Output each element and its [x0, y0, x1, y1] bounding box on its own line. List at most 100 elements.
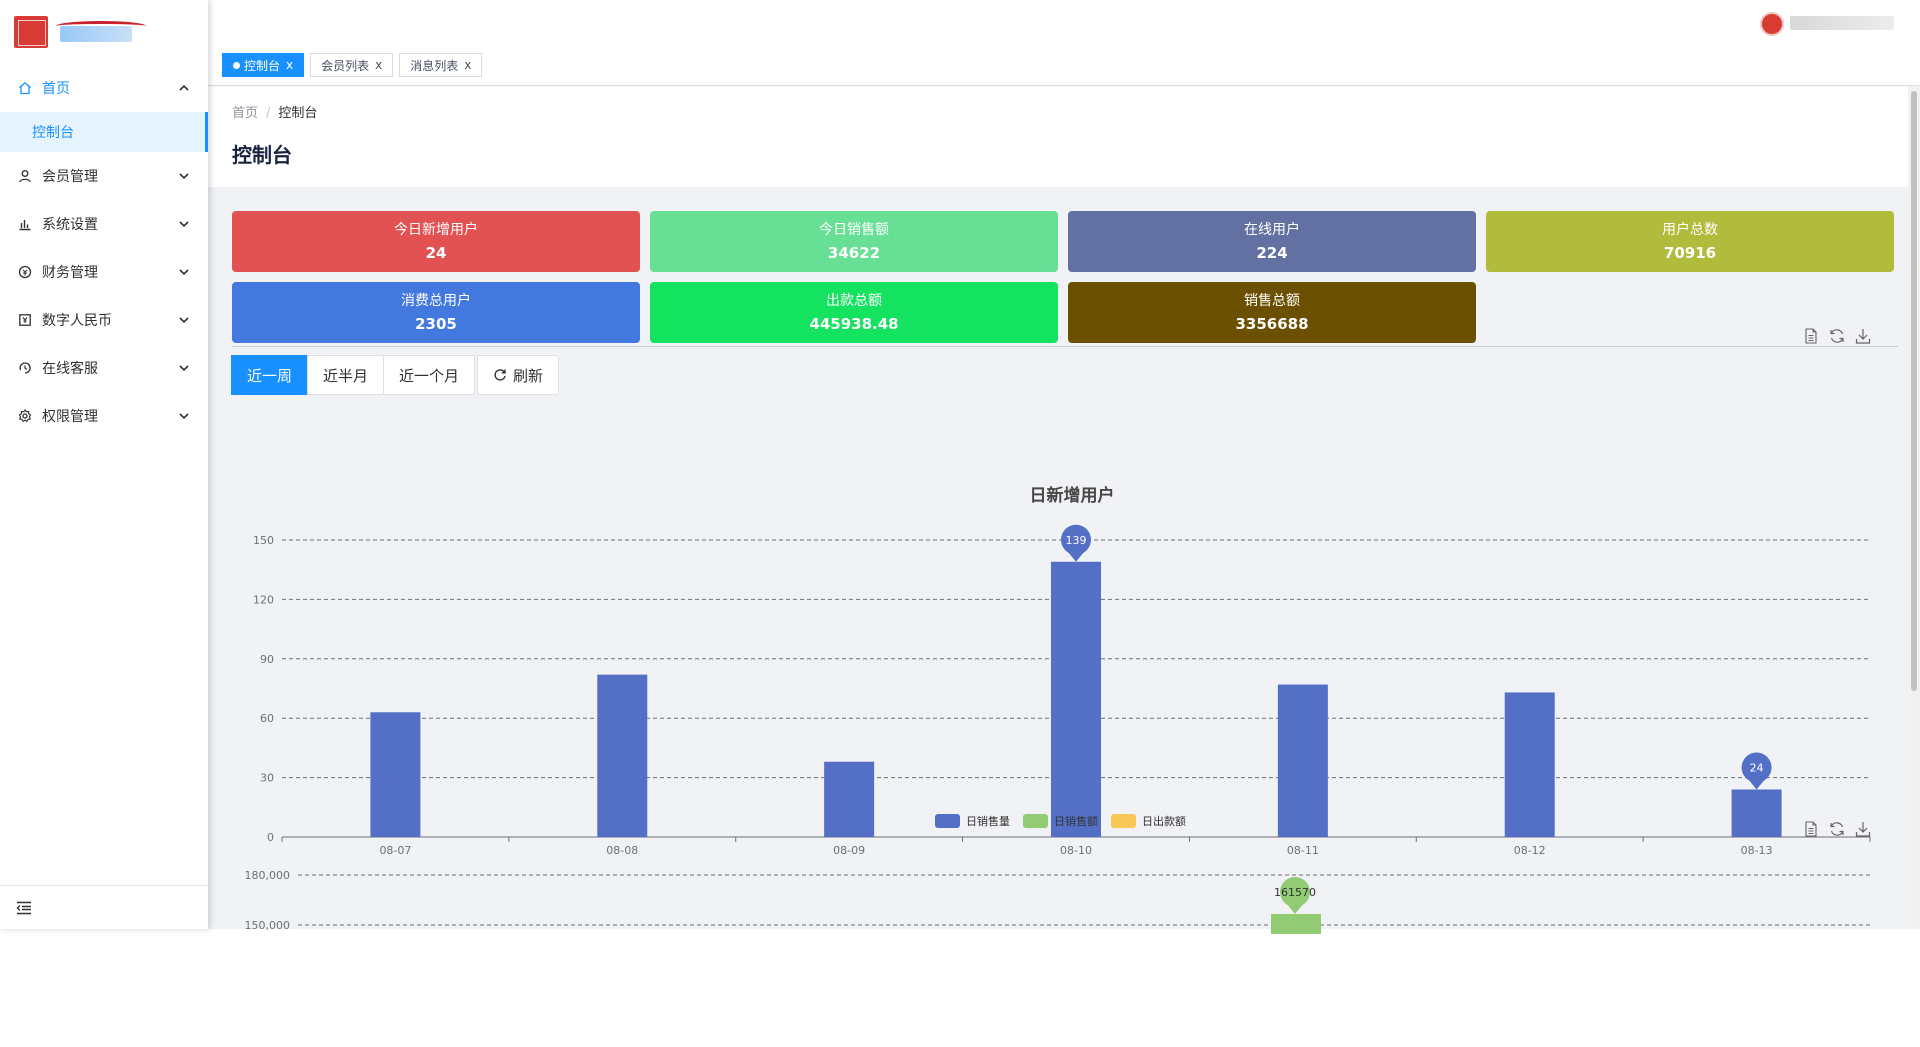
tab-label: 会员列表 [321, 58, 370, 73]
menu-item-label: 在线客服 [42, 361, 98, 377]
chevron-down-icon [179, 269, 189, 276]
menu-item-home[interactable]: 首页 [0, 64, 208, 112]
menu-item-label: 首页 [42, 81, 70, 97]
sidebar: 首页 控制台 会员管理 系统设置 财务管理 数字人民币 在线客服 权限管理 [0, 0, 208, 929]
logo-seal-icon [14, 16, 48, 48]
stat-label: 消费总用户 [401, 293, 471, 309]
tab-label: 消息列表 [410, 58, 459, 73]
menu-item-label: 财务管理 [42, 265, 98, 281]
stat-value: 24 [425, 244, 447, 262]
range-button-month[interactable]: 近一个月 [383, 355, 476, 395]
user-avatar[interactable] [1760, 12, 1784, 36]
scrollbar-thumb[interactable] [1911, 91, 1917, 691]
data-view-icon[interactable] [1802, 327, 1820, 345]
close-icon[interactable]: x [464, 59, 471, 71]
menu-item-permissions[interactable]: 权限管理 [0, 392, 208, 440]
breadcrumb-separator: / [266, 106, 271, 121]
refresh-icon [494, 369, 506, 381]
chart-toolbox [1802, 820, 1872, 838]
data-view-icon[interactable] [1802, 820, 1820, 838]
chevron-down-icon [179, 221, 189, 228]
chevron-down-icon [179, 365, 189, 372]
y-tick-label: 150,000 [245, 919, 291, 932]
currency-icon [18, 313, 32, 327]
range-button-half-month[interactable]: 近半月 [307, 355, 385, 395]
username-redacted[interactable] [1790, 16, 1894, 30]
restore-icon[interactable] [1828, 327, 1846, 345]
logo-text-redacted [60, 26, 132, 42]
gear-icon [18, 409, 32, 423]
refresh-label: 刷新 [513, 366, 544, 385]
stat-card: 用户总数 70916 [1486, 211, 1894, 272]
y-tick-label: 150 [253, 534, 274, 547]
stat-label: 在线用户 [1244, 222, 1300, 238]
menu-item-digital-rmb[interactable]: 数字人民币 [0, 296, 208, 344]
chart-toolbox [1802, 327, 1872, 345]
submenu-item-dashboard[interactable]: 控制台 [0, 112, 208, 152]
download-icon[interactable] [1854, 820, 1872, 838]
menu-item-finance[interactable]: 财务管理 [0, 248, 208, 296]
stat-label: 今日新增用户 [394, 222, 478, 238]
restore-icon[interactable] [1828, 820, 1846, 838]
tab-message-list[interactable]: 消息列表 x [399, 53, 483, 77]
marker-label: 161570 [1274, 886, 1316, 899]
menu-item-settings[interactable]: 系统设置 [0, 200, 208, 248]
menu-item-members[interactable]: 会员管理 [0, 152, 208, 200]
breadcrumb: 首页 / 控制台 [232, 102, 317, 121]
stat-label: 今日销售额 [819, 222, 889, 238]
tab-member-list[interactable]: 会员列表 x [310, 53, 394, 77]
legend-swatch [935, 814, 960, 828]
user-icon [18, 169, 32, 183]
y-tick-label: 90 [260, 653, 274, 666]
breadcrumb-home[interactable]: 首页 [232, 106, 258, 121]
stat-label: 用户总数 [1662, 222, 1718, 238]
stat-label: 销售总额 [1244, 293, 1300, 309]
menu-item-label: 会员管理 [42, 169, 98, 185]
y-tick-label: 120 [253, 593, 274, 606]
legend-swatch [1023, 814, 1048, 828]
sidebar-menu: 首页 控制台 会员管理 系统设置 财务管理 数字人民币 在线客服 权限管理 [0, 64, 208, 440]
page-title: 控制台 [232, 143, 292, 167]
stat-value: 2305 [415, 315, 457, 333]
daily-sales-chart: 日销售量 日销售额 日出款额 180,000 150,000 161570 [245, 814, 1870, 934]
chevron-up-icon [179, 84, 189, 91]
active-dot-icon [233, 61, 240, 69]
legend-label: 日出款额 [1142, 814, 1186, 828]
menu-item-label: 数字人民币 [42, 313, 112, 329]
menu-item-online-service[interactable]: 在线客服 [0, 344, 208, 392]
tags-view: 控制台 x 会员列表 x 消息列表 x [222, 53, 483, 77]
bar-chart-icon [18, 217, 32, 231]
collapse-sidebar-button[interactable] [0, 885, 208, 929]
download-icon[interactable] [1854, 327, 1872, 345]
legend-label: 日销售额 [1054, 814, 1098, 828]
logo [14, 14, 146, 52]
chevron-down-icon [179, 173, 189, 180]
stat-value: 70916 [1663, 244, 1717, 262]
refresh-button[interactable]: 刷新 [477, 355, 560, 395]
menu-item-label: 系统设置 [42, 217, 98, 233]
stat-card: 出款总额 445938.48 [650, 282, 1058, 343]
stat-value: 3356688 [1235, 315, 1309, 333]
stat-card: 今日销售额 34622 [650, 211, 1058, 272]
bar [1051, 561, 1101, 837]
stat-label: 出款总额 [826, 293, 882, 309]
stat-card: 今日新增用户 24 [232, 211, 640, 272]
range-button-week[interactable]: 近一周 [231, 355, 309, 395]
bar [1271, 914, 1321, 934]
close-icon[interactable]: x [375, 59, 382, 71]
tab-label: 控制台 [244, 58, 281, 73]
range-button-group: 近一周 近半月 近一个月 刷新 [231, 355, 560, 395]
collapse-menu-icon [16, 901, 31, 914]
legend-swatch [1111, 814, 1136, 828]
chevron-down-icon [179, 413, 189, 420]
stat-value: 445938.48 [809, 315, 899, 333]
finance-icon [18, 265, 32, 279]
page-scrollbar[interactable] [1908, 87, 1920, 929]
chevron-down-icon [179, 317, 189, 324]
y-tick-label: 180,000 [245, 869, 291, 882]
stat-card: 在线用户 224 [1068, 211, 1476, 272]
divider [232, 346, 1898, 347]
marker-label: 24 [1750, 761, 1764, 774]
tab-dashboard[interactable]: 控制台 x [222, 53, 305, 77]
close-icon[interactable]: x [286, 59, 293, 71]
